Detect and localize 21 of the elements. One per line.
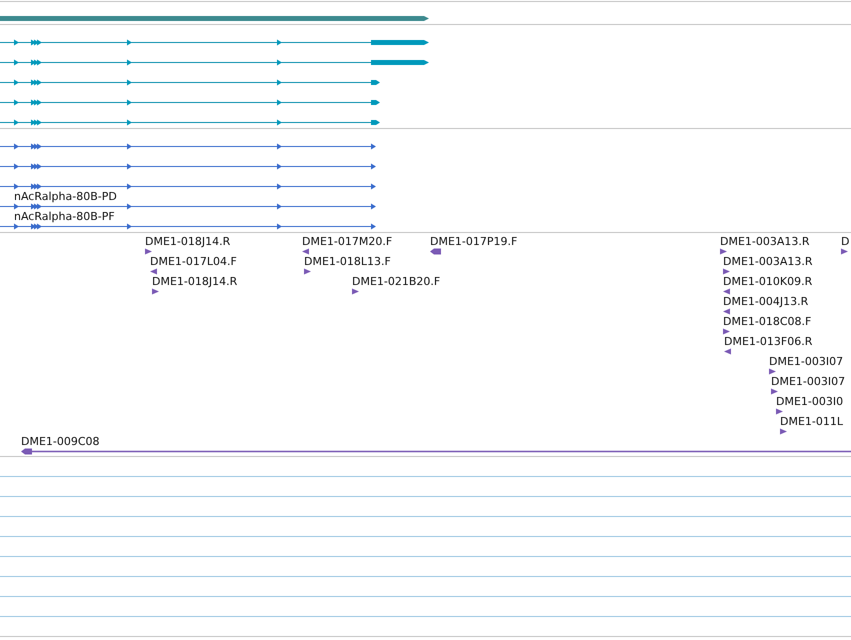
est-label: DME1-003I07 (769, 355, 844, 368)
est-label: DME1-009C08 (21, 435, 100, 448)
est-label: D (841, 235, 850, 248)
est-label: DME1-018L13.F (304, 255, 391, 268)
est-label: DME1-013F06.R (724, 335, 812, 348)
transcript-label: nAcRalpha-80B-PF (14, 210, 115, 223)
est-label: DME1-021B20.F (352, 275, 440, 288)
est-label: DME1-017L04.F (150, 255, 237, 268)
est-label: DME1-003I07 (771, 375, 846, 388)
est-label: DME1-011L (780, 415, 844, 428)
transcript-label: nAcRalpha-80B-PD (14, 190, 117, 203)
est-label: DME1-003I0 (776, 395, 844, 408)
est-label: DME1-018J14.R (145, 235, 230, 248)
est-label: DME1-003A13.R (723, 255, 813, 268)
est-label: DME1-018C08.F (723, 315, 812, 328)
est-label: DME1-018J14.R (152, 275, 238, 288)
est-label: DME1-004J13.R (723, 295, 808, 308)
est-label: DME1-017M20.F (302, 235, 392, 248)
est-label: DME1-003A13.R (720, 235, 810, 248)
est-label: DME1-017P19.F (430, 235, 518, 248)
est-label: DME1-010K09.R (723, 275, 812, 288)
